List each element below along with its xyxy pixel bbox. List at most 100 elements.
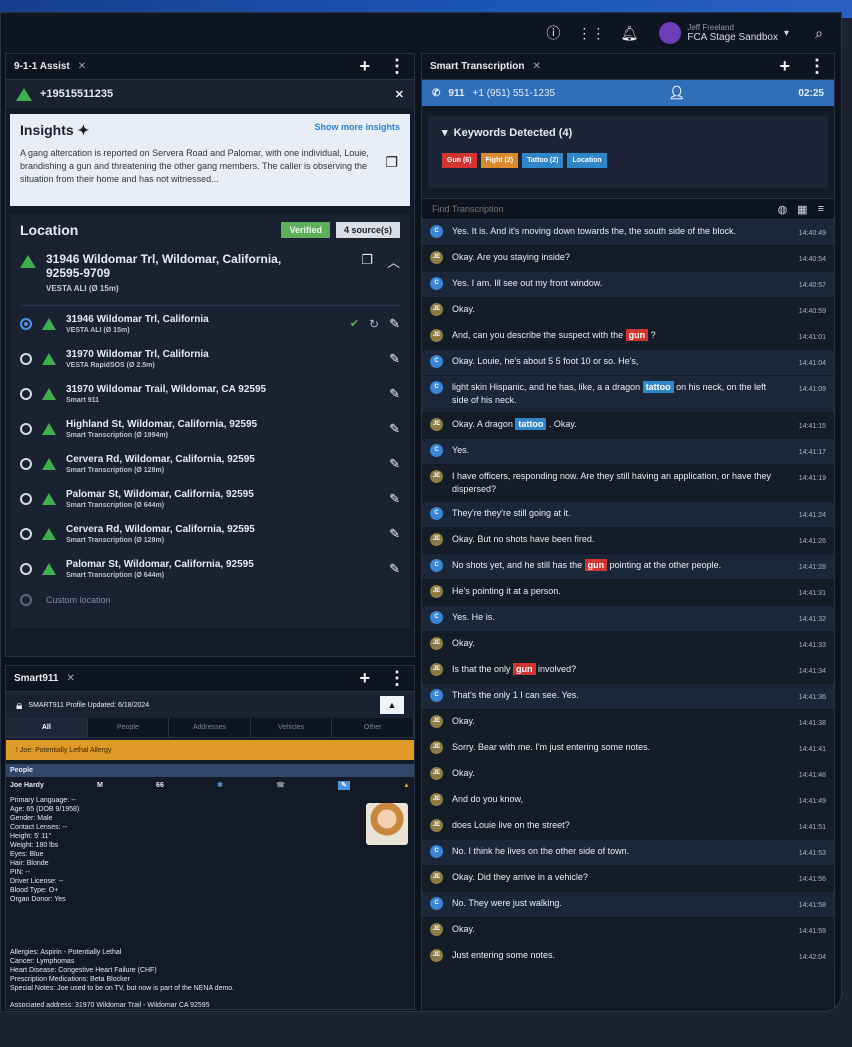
chevron-up-icon[interactable]: ︿	[387, 252, 400, 271]
globe-icon[interactable]: ◍	[778, 203, 788, 216]
transcript-row[interactable]: JE And do you know, 14:41:49	[422, 788, 834, 814]
location-option[interactable]: 31970 Wildomar Trail, Wildomar, CA 92595…	[20, 376, 400, 411]
location-option[interactable]: Cervera Rd, Wildomar, California, 92595 S…	[20, 446, 400, 481]
transcript-row[interactable]: JE Okay. 14:41:38	[422, 710, 834, 736]
edit-icon[interactable]: ✎	[389, 456, 400, 472]
transcript-row[interactable]: JE Okay. 14:40:59	[422, 298, 834, 324]
keyword-chip[interactable]: Location	[567, 153, 607, 168]
transcript-text: Okay. Are you staying inside?	[452, 252, 570, 262]
chevron-up-icon[interactable]: ▲	[403, 781, 410, 790]
filter-icon[interactable]: ≡	[818, 203, 824, 216]
info-icon[interactable]: ⓘ	[545, 25, 561, 41]
transcript-row[interactable]: JE does Louie live on the street? 14:41:51	[422, 814, 834, 840]
more-icon[interactable]: ⋮	[388, 668, 406, 689]
transcript-row[interactable]: JE Just entering some notes. 14:42:04	[422, 944, 834, 970]
location-option[interactable]: 31946 Wildomar Trl, California VESTA ALI …	[20, 306, 400, 341]
caret-down-icon[interactable]: ▾	[442, 127, 448, 139]
edit-icon[interactable]: ✎	[389, 491, 400, 507]
tab-addresses[interactable]: Addresses	[169, 718, 251, 737]
transcript-row[interactable]: C Yes. 14:41:17	[422, 439, 834, 465]
keyword-chip[interactable]: Tattoo (2)	[522, 153, 564, 168]
edit-icon[interactable]: ✎	[389, 351, 400, 367]
radio-button[interactable]	[20, 457, 32, 470]
edit-icon[interactable]: ✎	[389, 561, 400, 577]
collapse-button[interactable]: ▲	[380, 696, 404, 714]
location-option[interactable]: Palomar St, Wildomar, California, 92595 S…	[20, 551, 400, 586]
location-option[interactable]: Highland St, Wildomar, California, 92595…	[20, 411, 400, 446]
transcript-row[interactable]: C Okay. Louie, he's about 5 5 foot 10 or …	[422, 350, 834, 376]
transcript-row[interactable]: JE Okay. A dragon tattoo . Okay. 14:41:15	[422, 413, 834, 439]
edit-icon[interactable]: ✎	[337, 781, 350, 790]
copy-icon[interactable]: ❐	[385, 154, 398, 171]
close-icon[interactable]: ✕	[395, 88, 404, 101]
keyword-chip[interactable]: Fight (2)	[480, 153, 519, 168]
edit-icon[interactable]: ✎	[389, 526, 400, 542]
transcript-row[interactable]: C Yes. It is. And it's moving down toward…	[422, 220, 834, 246]
transcript-row[interactable]: C No. They were just walking. 14:41:58	[422, 892, 834, 918]
transcript-row[interactable]: JE He's pointing it at a person. 14:41:31	[422, 580, 834, 606]
radio-button[interactable]	[20, 562, 32, 575]
transcript-row[interactable]: C No shots yet, and he still has the gun …	[422, 554, 834, 580]
location-option[interactable]: Cervera Rd, Wildomar, California, 92595 S…	[20, 516, 400, 551]
add-icon[interactable]: +	[359, 668, 370, 689]
radio-button[interactable]	[20, 317, 32, 330]
transcript-text: Yes. I am. Ill see out my front window.	[452, 278, 603, 288]
bell-icon[interactable]: 🔔︎	[620, 25, 638, 41]
radio-button[interactable]	[20, 387, 32, 400]
transcript-time: 14:41:09	[798, 386, 826, 393]
allergy-alert: ! Joe: Potentially Lethal Allergy	[6, 740, 414, 760]
sources-badge[interactable]: 4 source(s)	[335, 222, 400, 238]
edit-icon[interactable]: ✎	[389, 421, 400, 437]
transcript-row[interactable]: JE Sorry. Bear with me. I'm just entering…	[422, 736, 834, 762]
transcript-row[interactable]: JE Okay. 14:41:33	[422, 632, 834, 658]
more-icon[interactable]: ⋮	[388, 56, 406, 77]
radio-button[interactable]	[20, 492, 32, 505]
transcript-row[interactable]: Clight skin Hispanic, and he has, like, …	[422, 376, 834, 413]
transcript-row[interactable]: C That's the only 1 I can see. Yes. 14:41:…	[422, 684, 834, 710]
radio-button[interactable]	[20, 422, 32, 435]
show-more-insights-link[interactable]: Show more insights	[314, 122, 400, 139]
location-option[interactable]: Palomar St, Wildomar, California, 92595 S…	[20, 481, 400, 516]
qr-icon[interactable]: ▦	[797, 203, 807, 216]
keyword-chip[interactable]: Gun (6)	[442, 153, 477, 168]
transcript-row[interactable]: JE Okay. But no shots have been fired. 14:…	[422, 528, 834, 554]
transcript-row[interactable]: C They're they're still going at it. 14:41…	[422, 502, 834, 528]
transcript-row[interactable]: JE Okay. 14:41:59	[422, 918, 834, 944]
search-icon[interactable]: ⌕	[811, 25, 827, 41]
find-transcription-input[interactable]	[432, 204, 682, 214]
transcript-row[interactable]: JE Okay. Did they arrive in a vehicle? 14:…	[422, 866, 834, 892]
location-option[interactable]: 31970 Wildomar Trl, California VESTA Rapi…	[20, 341, 400, 376]
transcript-row[interactable]: JE I have officers, responding now. Are t…	[422, 465, 834, 502]
edit-icon[interactable]: ✎	[389, 316, 400, 332]
radio-button[interactable]	[20, 527, 32, 540]
apps-grid-icon[interactable]: ⋮⋮	[577, 25, 605, 41]
transcript-row[interactable]: JE And, can you describe the suspect with…	[422, 324, 834, 350]
tab-vehicles[interactable]: Vehicles	[251, 718, 333, 737]
custom-location-option[interactable]: Custom location	[20, 586, 400, 614]
user-menu[interactable]: Jeff Freeland FCA Stage Sandbox ▾	[659, 22, 789, 44]
transcript-row[interactable]: C No. I think he lives on the other side …	[422, 840, 834, 866]
close-icon[interactable]: ✕	[66, 673, 74, 684]
tab-911-assist[interactable]: 9-1-1 Assist	[14, 61, 70, 72]
more-icon[interactable]: ⋮	[808, 56, 826, 77]
transcript-row[interactable]: JE Is that the only gun involved? 14:41:34	[422, 658, 834, 684]
tab-other[interactable]: Other	[332, 718, 414, 737]
tab-people[interactable]: People	[88, 718, 170, 737]
tab-all[interactable]: All	[6, 718, 88, 737]
close-icon[interactable]: ✕	[532, 61, 540, 72]
add-icon[interactable]: +	[779, 56, 790, 77]
radio-button[interactable]	[20, 594, 32, 606]
tab-smart-transcription[interactable]: Smart Transcription	[430, 61, 524, 72]
tab-smart911[interactable]: Smart911	[14, 673, 58, 684]
transcript-row[interactable]: JE Okay. 14:41:48	[422, 762, 834, 788]
location-source: VESTA RapidSOS (Ø 2.5m)	[66, 361, 155, 369]
edit-icon[interactable]: ✎	[389, 386, 400, 402]
close-icon[interactable]: ✕	[78, 61, 86, 72]
transcript-row[interactable]: C Yes. He is. 14:41:32	[422, 606, 834, 632]
transcript-row[interactable]: C Yes. I am. Ill see out my front window.…	[422, 272, 834, 298]
add-icon[interactable]: +	[359, 56, 370, 77]
radio-button[interactable]	[20, 352, 32, 365]
refresh-icon[interactable]: ↻	[369, 317, 379, 331]
transcript-row[interactable]: JE Okay. Are you staying inside? 14:40:54	[422, 246, 834, 272]
copy-icon[interactable]: ❐	[361, 252, 373, 271]
